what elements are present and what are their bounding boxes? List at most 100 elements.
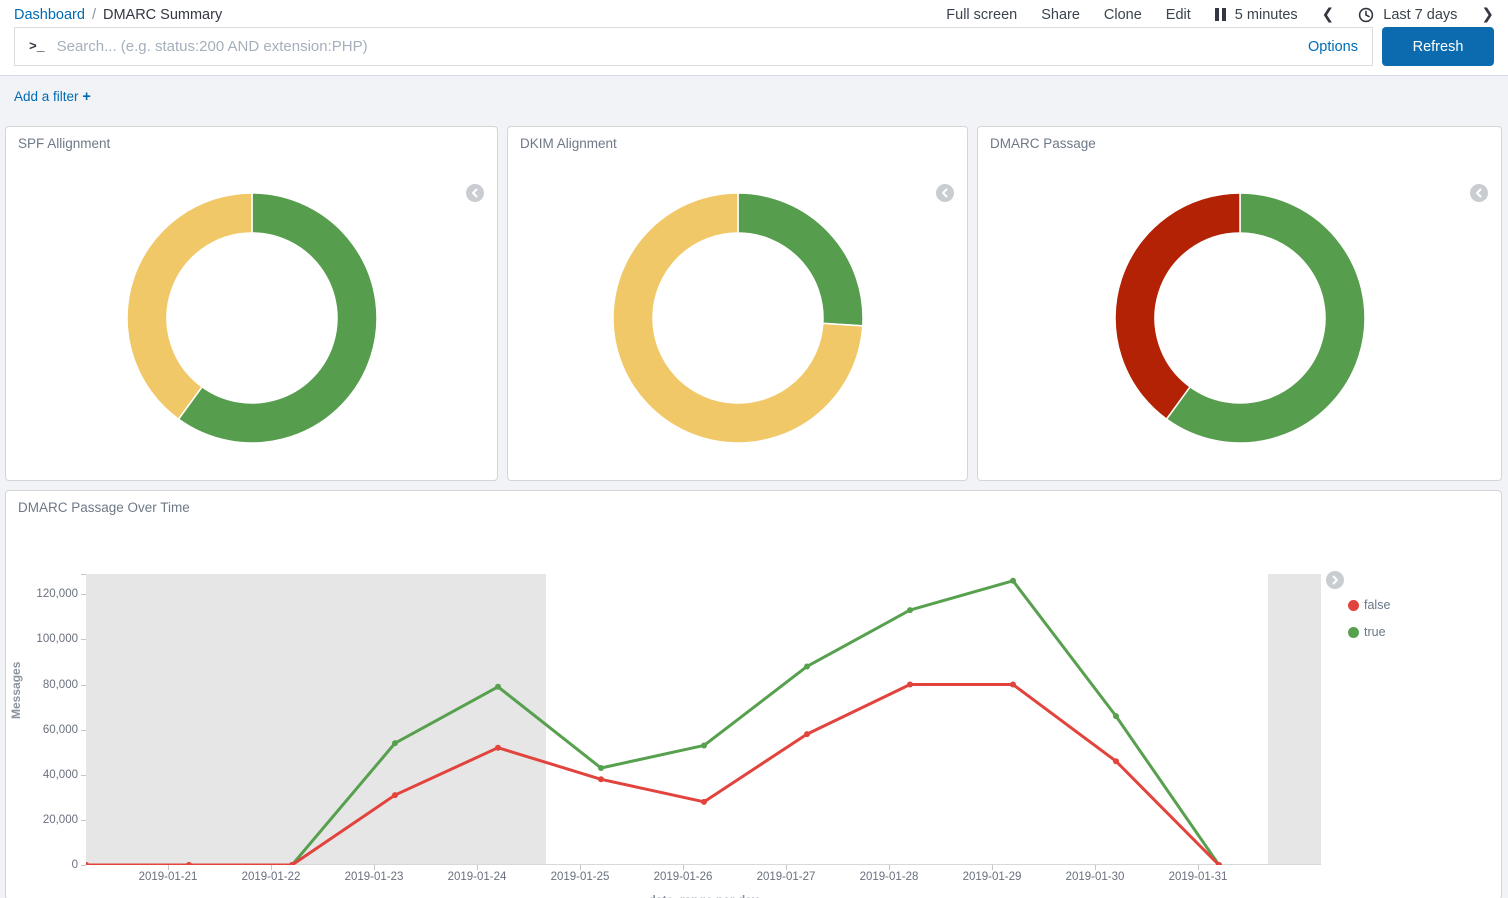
data-point-true-2019-01-28[interactable] (907, 607, 913, 613)
x-axis-tick (477, 865, 478, 870)
donut-slice-red[interactable] (1115, 193, 1240, 419)
y-axis-tick-label: 80,000 (43, 679, 78, 691)
x-axis-tick-label: 2019-01-25 (551, 871, 610, 883)
top-bar: Dashboard / DMARC Summary Full screen Sh… (0, 0, 1508, 27)
data-point-false-2019-01-29[interactable] (1010, 682, 1016, 688)
x-axis-tick-label: 2019-01-28 (860, 871, 919, 883)
spf-alignment-donut-chart[interactable] (126, 192, 378, 444)
x-axis-tick (580, 865, 581, 870)
time-back-icon[interactable]: ❮ (1322, 7, 1335, 22)
search-input[interactable] (57, 38, 1296, 55)
time-range-button[interactable]: Last 7 days (1383, 7, 1457, 23)
y-axis-tick-label: 0 (72, 859, 78, 871)
donut-slice-green[interactable] (738, 193, 863, 326)
data-point-false-2019-01-28[interactable] (907, 682, 913, 688)
line-chart-plot[interactable] (86, 574, 1321, 865)
legend-toggle-icon[interactable] (936, 184, 954, 202)
data-point-false-2019-01-30[interactable] (1113, 758, 1119, 764)
data-point-true-2019-01-25[interactable] (598, 765, 604, 771)
x-axis-tick-label: 2019-01-24 (448, 871, 507, 883)
panel-title: SPF Allignment (6, 127, 497, 151)
x-axis-tick (683, 865, 684, 870)
legend-toggle-icon[interactable] (1326, 571, 1344, 589)
data-point-true-2019-01-30[interactable] (1113, 713, 1119, 719)
search-box: >_ Options (14, 27, 1373, 66)
x-axis-tick (889, 865, 890, 870)
x-axis-tick (1198, 865, 1199, 870)
options-link[interactable]: Options (1308, 39, 1358, 55)
data-point-false-2019-01-26[interactable] (701, 799, 707, 805)
plus-icon: + (82, 89, 90, 105)
y-axis-tick-label: 120,000 (36, 588, 78, 600)
clone-button[interactable]: Clone (1104, 7, 1142, 23)
data-point-false-2019-01-25[interactable] (598, 776, 604, 782)
full-screen-button[interactable]: Full screen (946, 7, 1017, 23)
data-point-false-2019-01-20[interactable] (86, 862, 89, 865)
time-forward-icon[interactable]: ❯ (1481, 7, 1494, 22)
panel-dmarc-passage-over-time: DMARC Passage Over Time Messages 020,000… (5, 490, 1502, 898)
x-axis-tick-label: 2019-01-22 (242, 871, 301, 883)
y-axis-tick-label: 40,000 (43, 769, 78, 781)
x-axis-tick (168, 865, 169, 870)
data-point-false-2019-01-27[interactable] (804, 731, 810, 737)
series-line-false (86, 685, 1219, 865)
query-prompt-icon: >_ (29, 39, 45, 54)
x-axis-tick-label: 2019-01-21 (139, 871, 198, 883)
legend-item-false[interactable]: false (1348, 598, 1496, 612)
panel-title: DKIM Alignment (508, 127, 967, 151)
legend-toggle-icon[interactable] (466, 184, 484, 202)
legend-item-true[interactable]: true (1348, 625, 1496, 639)
data-point-false-2019-01-24[interactable] (495, 745, 501, 751)
line-chart-area: Messages 020,00040,00060,00080,000100,00… (6, 515, 1501, 885)
legend-toggle-icon[interactable] (1470, 184, 1488, 202)
panel-dkim-alignment: DKIM Alignment (507, 126, 968, 481)
legend-label: false (1364, 598, 1390, 612)
x-axis-tick (1095, 865, 1096, 870)
dkim-alignment-donut-chart[interactable] (612, 192, 864, 444)
data-point-true-2019-01-26[interactable] (701, 742, 707, 748)
refresh-interval-button[interactable]: 5 minutes (1235, 7, 1298, 23)
refresh-button[interactable]: Refresh (1382, 27, 1494, 66)
data-point-false-2019-01-21[interactable] (186, 862, 192, 865)
x-axis-title: date_range per day (86, 893, 1321, 898)
y-axis-tick-label: 60,000 (43, 724, 78, 736)
data-point-true-2019-01-29[interactable] (1010, 578, 1016, 584)
data-point-true-2019-01-27[interactable] (804, 663, 810, 669)
line-chart-svg[interactable] (86, 574, 1321, 865)
share-button[interactable]: Share (1041, 7, 1080, 23)
x-axis-tick-label: 2019-01-30 (1066, 871, 1125, 883)
breadcrumb-dashboard-link[interactable]: Dashboard (14, 7, 85, 23)
panel-title: DMARC Passage (978, 127, 1501, 151)
panel-dmarc-passage: DMARC Passage (977, 126, 1502, 481)
data-point-true-2019-01-23[interactable] (392, 740, 398, 746)
legend-dot-icon (1348, 600, 1359, 611)
y-axis-title: Messages (9, 662, 23, 719)
series-line-true (86, 581, 1219, 865)
y-axis-tick (81, 865, 86, 866)
edit-button[interactable]: Edit (1166, 7, 1191, 23)
x-axis-tick-label: 2019-01-29 (963, 871, 1022, 883)
legend-dot-icon (1348, 627, 1359, 638)
filter-bar: Add a filter + (0, 75, 1508, 121)
x-axis-tick-label: 2019-01-27 (757, 871, 816, 883)
donut-slice-yellow[interactable] (127, 193, 252, 419)
x-axis-tick (786, 865, 787, 870)
pause-icon[interactable] (1215, 8, 1226, 21)
panel-title: DMARC Passage Over Time (6, 491, 1501, 515)
data-point-false-2019-01-23[interactable] (392, 792, 398, 798)
search-row: >_ Options Refresh (0, 27, 1508, 66)
x-axis-tick-label: 2019-01-23 (345, 871, 404, 883)
data-point-true-2019-01-24[interactable] (495, 684, 501, 690)
x-axis-tick (271, 865, 272, 870)
panel-spf-alignment: SPF Allignment (5, 126, 498, 481)
page-title: DMARC Summary (103, 7, 222, 23)
chart-legend: false true (1326, 571, 1496, 652)
x-axis-tick-label: 2019-01-26 (654, 871, 713, 883)
add-filter-link[interactable]: Add a filter + (14, 89, 91, 104)
breadcrumb: Dashboard / DMARC Summary (14, 7, 222, 23)
breadcrumb-separator: / (92, 7, 96, 23)
dashboard-grid: SPF Allignment DKIM Alignment DMARC Pass… (0, 121, 1508, 898)
dmarc-passage-donut-chart[interactable] (1114, 192, 1366, 444)
top-nav: Full screen Share Clone Edit 5 minutes ❮… (946, 7, 1494, 23)
legend-label: true (1364, 625, 1386, 639)
